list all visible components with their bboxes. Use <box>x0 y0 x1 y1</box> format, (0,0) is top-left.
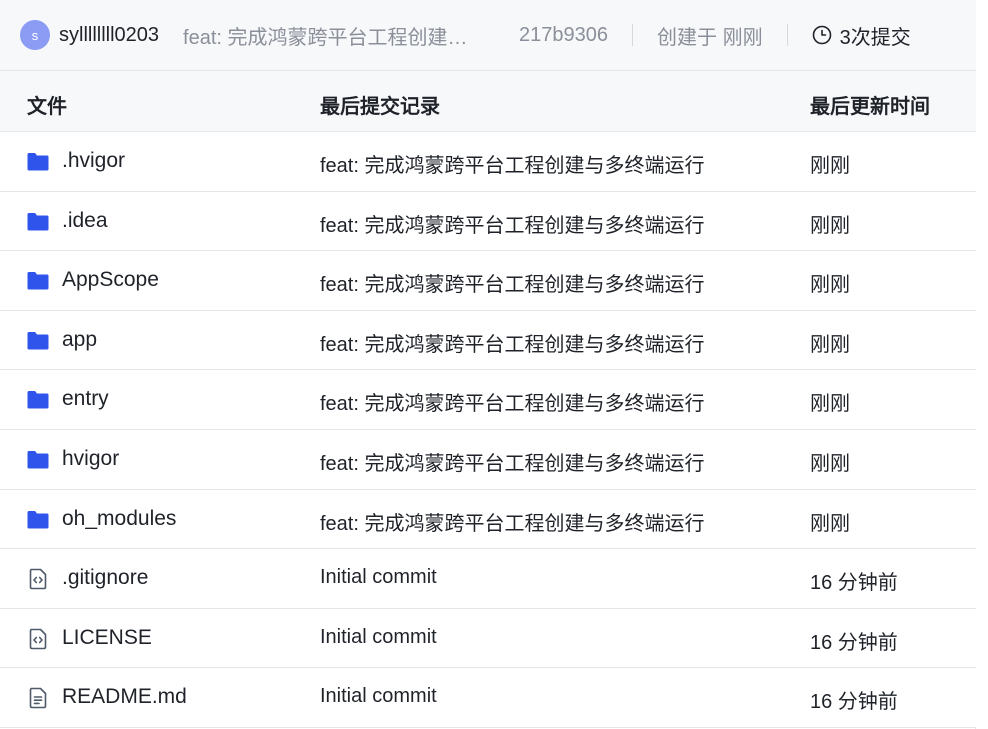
file-name[interactable]: README.md <box>62 685 187 709</box>
file-last-commit[interactable]: Initial commit <box>320 685 750 708</box>
commit-message[interactable]: feat: 完成鸿蒙跨平台工程创建与多终端运行 <box>183 21 473 50</box>
file-name[interactable]: .idea <box>62 209 108 233</box>
file-last-updated: 16 分钟前 <box>810 572 898 595</box>
folder-icon <box>26 210 50 234</box>
file-last-commit[interactable]: feat: 完成鸿蒙跨平台工程创建与多终端运行 <box>320 209 750 238</box>
file-table-body: .hvigor feat: 完成鸿蒙跨平台工程创建与多终端运行 刚刚 .idea… <box>0 132 976 728</box>
file-last-updated: 刚刚 <box>810 155 850 177</box>
commit-history-link[interactable]: 3次提交 <box>812 21 911 50</box>
file-row[interactable]: README.md Initial commit 16 分钟前 <box>0 668 976 728</box>
file-row[interactable]: .idea feat: 完成鸿蒙跨平台工程创建与多终端运行 刚刚 <box>0 191 976 252</box>
commit-author[interactable]: syllllllll0203 <box>59 24 159 47</box>
file-last-commit[interactable]: Initial commit <box>320 626 750 649</box>
file-name[interactable]: LICENSE <box>62 626 152 650</box>
column-header-last-commit: 最后提交记录 <box>320 96 440 118</box>
file-row[interactable]: entry feat: 完成鸿蒙跨平台工程创建与多终端运行 刚刚 <box>0 370 976 430</box>
column-header-file: 文件 <box>27 96 67 118</box>
file-last-commit[interactable]: feat: 完成鸿蒙跨平台工程创建与多终端运行 <box>320 447 750 476</box>
file-last-updated: 刚刚 <box>810 214 850 237</box>
text-file-icon <box>26 686 50 710</box>
file-row[interactable]: LICENSE Initial commit 16 分钟前 <box>0 608 976 669</box>
file-row[interactable]: AppScope feat: 完成鸿蒙跨平台工程创建与多终端运行 刚刚 <box>0 251 976 311</box>
file-row[interactable]: .gitignore Initial commit 16 分钟前 <box>0 549 976 609</box>
code-file-icon <box>26 567 50 591</box>
repo-file-browser: s syllllllll0203 feat: 完成鸿蒙跨平台工程创建与多终端运行… <box>0 0 976 729</box>
file-last-updated: 刚刚 <box>810 393 850 416</box>
folder-icon <box>26 448 50 472</box>
latest-commit-bar: s syllllllll0203 feat: 完成鸿蒙跨平台工程创建与多终端运行… <box>0 0 976 71</box>
file-name[interactable]: AppScope <box>62 268 159 292</box>
file-last-commit[interactable]: feat: 完成鸿蒙跨平台工程创建与多终端运行 <box>320 268 750 297</box>
file-name[interactable]: oh_modules <box>62 507 176 531</box>
file-name[interactable]: hvigor <box>62 447 119 471</box>
file-last-updated: 16 分钟前 <box>810 631 898 654</box>
file-last-commit[interactable]: feat: 完成鸿蒙跨平台工程创建与多终端运行 <box>320 507 750 536</box>
file-last-updated: 刚刚 <box>810 333 850 356</box>
file-last-updated: 刚刚 <box>810 452 850 475</box>
file-table-header: 文件 最后提交记录 最后更新时间 <box>0 71 976 132</box>
divider <box>632 24 634 46</box>
file-name[interactable]: app <box>62 328 97 352</box>
file-last-updated: 刚刚 <box>810 512 850 535</box>
file-name[interactable]: entry <box>62 387 109 411</box>
file-row[interactable]: hvigor feat: 完成鸿蒙跨平台工程创建与多终端运行 刚刚 <box>0 429 976 490</box>
folder-icon <box>26 329 50 353</box>
folder-icon <box>26 508 50 532</box>
file-row[interactable]: .hvigor feat: 完成鸿蒙跨平台工程创建与多终端运行 刚刚 <box>0 132 976 192</box>
file-last-updated: 16 分钟前 <box>810 691 898 714</box>
file-last-updated: 刚刚 <box>810 274 850 297</box>
file-last-commit[interactable]: feat: 完成鸿蒙跨平台工程创建与多终端运行 <box>320 149 750 178</box>
file-name[interactable]: .gitignore <box>62 566 148 590</box>
file-row[interactable]: app feat: 完成鸿蒙跨平台工程创建与多终端运行 刚刚 <box>0 310 976 371</box>
file-last-commit[interactable]: feat: 完成鸿蒙跨平台工程创建与多终端运行 <box>320 387 750 416</box>
folder-icon <box>26 150 50 174</box>
commit-hash[interactable]: 217b9306 <box>519 24 608 47</box>
folder-icon <box>26 388 50 412</box>
clock-icon <box>812 25 831 45</box>
column-header-last-updated: 最后更新时间 <box>810 96 930 118</box>
file-row[interactable]: oh_modules feat: 完成鸿蒙跨平台工程创建与多终端运行 刚刚 <box>0 489 976 550</box>
file-name[interactable]: .hvigor <box>62 149 125 173</box>
code-file-icon <box>26 627 50 651</box>
file-last-commit[interactable]: feat: 完成鸿蒙跨平台工程创建与多终端运行 <box>320 328 750 357</box>
file-last-commit[interactable]: Initial commit <box>320 566 750 589</box>
commit-created-time: 创建于 刚刚 <box>657 26 763 49</box>
folder-icon <box>26 269 50 293</box>
divider <box>786 24 788 46</box>
commit-count: 3次提交 <box>839 26 911 49</box>
author-avatar[interactable]: s <box>20 20 50 50</box>
